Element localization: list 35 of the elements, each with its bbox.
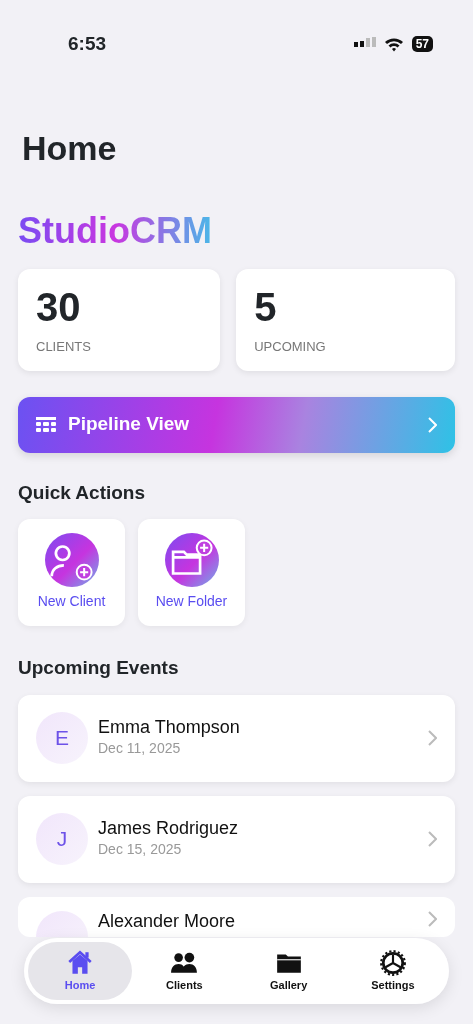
avatar: E [36,712,88,765]
battery-level: 57 [411,36,433,52]
add-person-icon [44,533,99,588]
stat-value: 30 [36,286,82,327]
settings-icon [377,948,408,977]
event-name: Emma Thompson [98,716,241,739]
gallery-tab[interactable]: Gallery [236,942,341,1000]
quick-action-button[interactable]: New Client [18,519,125,627]
quick-action-button[interactable]: New Folder [138,519,245,627]
stat-label: CLIENTS [36,337,92,356]
chevron-icon [428,730,437,747]
event-card[interactable]: J James Rodriguez Dec 15, 2025 [18,795,455,883]
chevron-icon [427,416,437,433]
status-time: 6:53 [68,31,107,56]
wifi-icon [383,36,404,52]
stat-label: UPCOMING [254,337,327,356]
section-heading: Upcoming Events [18,656,180,681]
event-card[interactable]: Alexander Moore [18,896,455,937]
event-card[interactable]: E Emma Thompson Dec 11, 2025 [18,694,455,782]
event-date: Dec 15, 2025 [98,840,183,860]
pipeline-button[interactable]: Pipeline View [18,396,455,453]
grid-icon [36,416,56,433]
chevron-icon [428,910,437,927]
settings-tab[interactable]: Settings [340,942,445,1000]
event-name: James Rodriguez [98,817,240,840]
stat-value: 5 [254,286,278,327]
event-date: Dec 11, 2025 [98,739,182,759]
clients-tab[interactable]: Clients [132,942,237,1000]
avatar: J [36,813,88,866]
add-folder-icon [164,533,219,588]
section-heading: Quick Actions [18,480,147,505]
event-name: Alexander Moore [98,910,237,933]
page-title: Home [22,130,118,168]
home-tab[interactable]: Home [28,942,133,1000]
chevron-icon [428,831,437,848]
